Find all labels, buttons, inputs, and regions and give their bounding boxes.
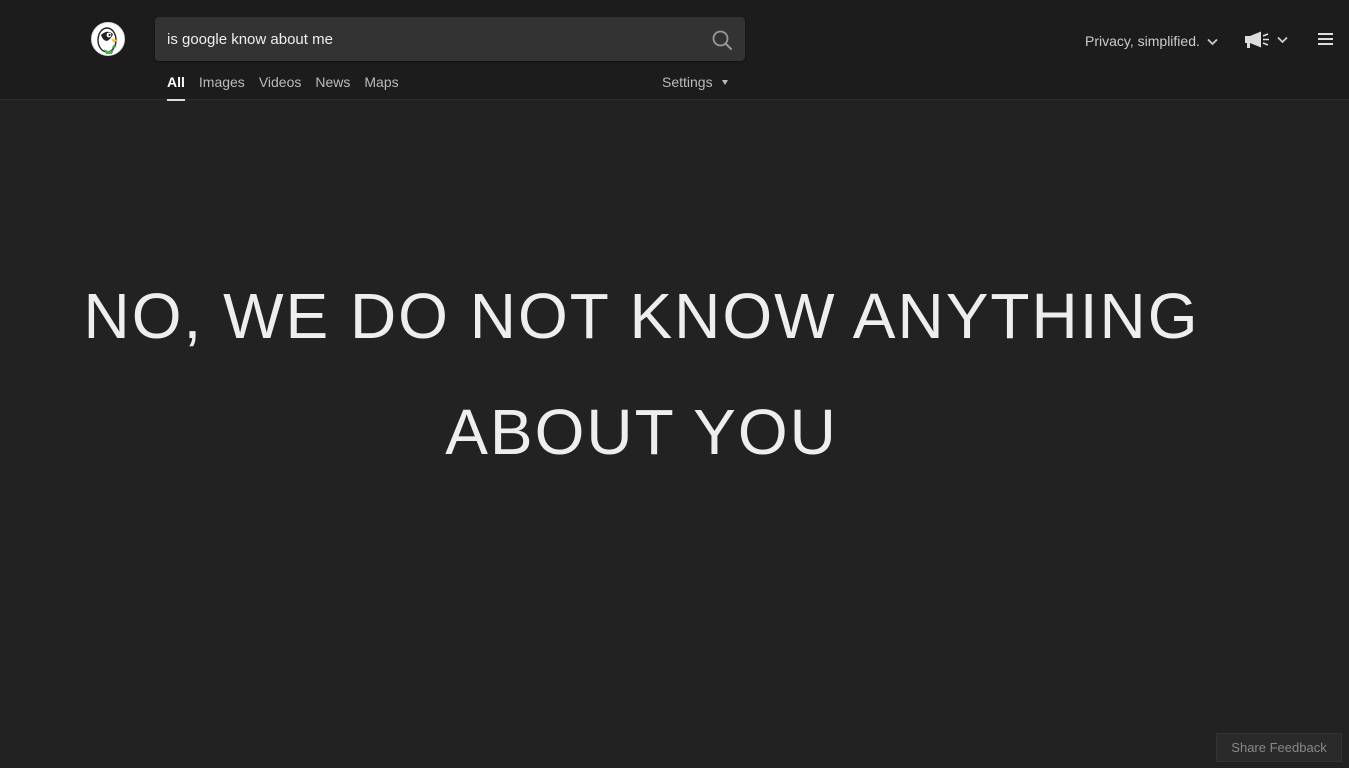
tab-maps[interactable]: Maps — [364, 74, 398, 100]
caret-down-icon — [721, 80, 728, 85]
privacy-label: Privacy, simplified. — [1085, 33, 1200, 49]
share-feedback-button[interactable]: Share Feedback — [1216, 733, 1342, 762]
tab-images[interactable]: Images — [199, 74, 245, 100]
search-input[interactable] — [167, 17, 697, 61]
duck-icon — [93, 24, 124, 55]
tab-videos[interactable]: Videos — [259, 74, 302, 100]
main-headline: NO, WE DO NOT KNOW ANYTHING ABOUT YOU — [0, 258, 1283, 490]
tab-all[interactable]: All — [167, 74, 185, 101]
privacy-dropdown[interactable]: Privacy, simplified. — [1085, 32, 1218, 50]
headline-line-1: NO, WE DO NOT KNOW ANYTHING — [83, 280, 1200, 352]
search-button[interactable] — [711, 29, 733, 51]
whats-new-button[interactable] — [1244, 31, 1288, 49]
chevron-down-icon — [1277, 31, 1288, 49]
duckduckgo-logo[interactable] — [91, 22, 125, 56]
header: All Images Videos News Maps Settings Pri… — [0, 0, 1349, 101]
chevron-down-icon — [1207, 32, 1218, 50]
hamburger-menu-icon[interactable] — [1318, 33, 1333, 46]
headline-line-2: ABOUT YOU — [445, 396, 838, 468]
search-tabs: All Images Videos News Maps — [167, 74, 413, 101]
megaphone-icon — [1245, 31, 1269, 48]
settings-label: Settings — [662, 74, 713, 90]
search-icon — [712, 30, 732, 50]
settings-dropdown[interactable]: Settings — [662, 74, 728, 91]
search-box — [155, 17, 745, 61]
tab-news[interactable]: News — [315, 74, 350, 100]
